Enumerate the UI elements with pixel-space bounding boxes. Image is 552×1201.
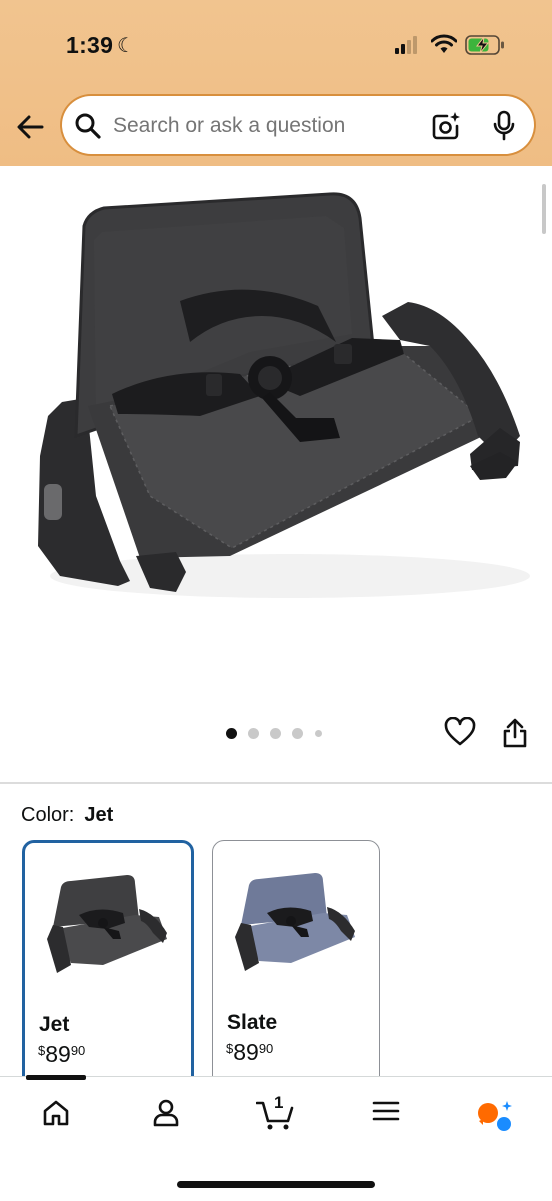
swatch-image [47,875,167,973]
home-icon[interactable] [42,1099,70,1127]
price-currency: $ [38,1043,46,1058]
home-indicator [177,1181,375,1188]
color-option-jet[interactable]: Jet $8990 [22,840,194,1096]
menu-icon[interactable] [372,1099,400,1123]
carousel-dot[interactable] [248,728,259,739]
camera-search-icon[interactable] [430,110,462,142]
status-time: 1:39 [66,32,114,58]
heart-icon[interactable] [444,717,476,747]
color-option-name: Slate [227,1011,278,1034]
color-option-name: Jet [39,1013,70,1036]
color-label: Color: [21,804,75,826]
color-option-price: $8990 [226,1039,273,1066]
cellular-signal-icon [395,36,417,54]
color-label-row: Color: Jet [21,804,113,827]
battery-charging-icon [465,35,504,55]
scroll-indicator [542,184,546,234]
color-option-price: $8990 [38,1041,85,1068]
price-fraction: 90 [258,1041,274,1056]
microphone-icon[interactable] [492,110,516,142]
product-image [38,192,530,598]
share-icon[interactable] [501,717,529,749]
active-tab-indicator [26,1075,86,1080]
cart-button[interactable]: 1 [255,1093,296,1136]
price-fraction: 90 [70,1043,86,1058]
color-selected-value: Jet [84,804,114,826]
price-whole: 89 [45,1041,71,1067]
price-currency: $ [226,1041,234,1056]
carousel-dot[interactable] [226,728,237,739]
wifi-icon [431,34,457,53]
product-image-gallery[interactable] [0,166,552,782]
moon-icon: ☾ [117,35,135,57]
search-input[interactable] [113,114,413,138]
carousel-dot[interactable] [270,728,281,739]
cart-count: 1 [274,1093,284,1112]
app-header: 1:39 ☾ [0,0,552,166]
carousel-dot[interactable] [292,728,303,739]
account-icon[interactable] [153,1099,179,1127]
swatch-image [235,873,355,971]
color-option-slate[interactable]: Slate $8990 [212,840,380,1092]
rufus-icon[interactable] [477,1099,513,1133]
status-bar: 1:39 ☾ [0,0,552,80]
search-bar[interactable] [62,96,534,154]
search-icon [75,113,101,139]
section-divider [0,782,552,784]
price-whole: 89 [233,1039,259,1065]
back-arrow-icon[interactable] [14,110,48,144]
carousel-dot[interactable] [315,730,322,737]
